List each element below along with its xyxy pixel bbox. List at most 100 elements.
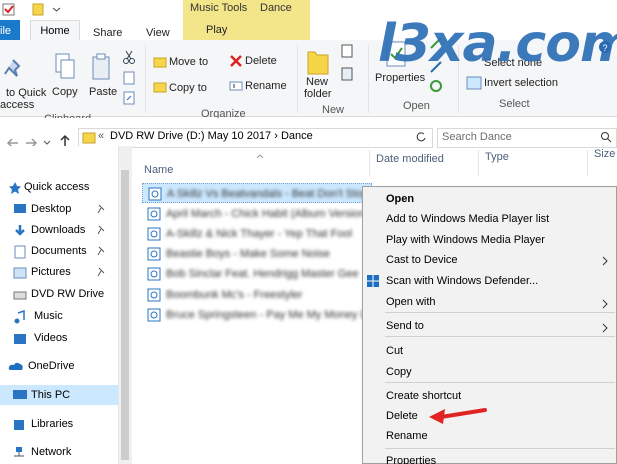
invert-selection-button[interactable]: Invert selection <box>484 77 558 89</box>
tab-share[interactable]: Share <box>93 27 122 39</box>
table-row[interactable]: Beastie Boys - Make Some Noise <box>142 244 372 264</box>
pin-icon[interactable] <box>96 204 106 214</box>
menu-item-create-shortcut[interactable]: Create shortcut <box>386 390 461 402</box>
new-item-icon[interactable] <box>340 43 356 59</box>
delete-icon[interactable] <box>229 54 243 68</box>
pictures-icon[interactable] <box>13 266 27 280</box>
column-header-date[interactable]: Date modified <box>376 153 444 165</box>
menu-item-delete[interactable]: Delete <box>386 410 418 422</box>
menu-item-open-with[interactable]: Open with <box>386 296 436 308</box>
copy-to-button[interactable]: Copy to <box>169 82 207 94</box>
table-row[interactable]: Bruce Springsteen - Pay Me My Money Down <box>142 305 389 325</box>
menu-item-add-to-wmp-list[interactable]: Add to Windows Media Player list <box>386 213 549 225</box>
pin-icon[interactable] <box>3 58 23 82</box>
videos-icon[interactable] <box>13 332 27 346</box>
new-folder-button[interactable]: New <box>306 76 328 88</box>
audio-file-icon <box>147 308 161 322</box>
desktop-icon[interactable] <box>13 203 27 215</box>
pin-icon[interactable] <box>96 267 106 277</box>
copy-to-icon[interactable] <box>153 81 167 93</box>
libraries-icon[interactable] <box>12 418 26 432</box>
menu-item-cast-to-device[interactable]: Cast to Device <box>386 254 458 266</box>
sidebar-item-downloads[interactable]: Downloads <box>31 224 85 236</box>
menu-item-play-with-wmp[interactable]: Play with Windows Media Player <box>386 234 545 246</box>
this-pc-icon[interactable] <box>12 389 28 401</box>
column-separator[interactable] <box>587 150 588 176</box>
breadcrumb[interactable]: DVD RW Drive (D:) May 10 2017 › Dance <box>110 130 313 142</box>
invert-selection-icon[interactable] <box>466 76 482 90</box>
music-icon[interactable] <box>13 310 27 324</box>
new-folder-button-2[interactable]: folder <box>304 88 332 100</box>
sidebar-item-pictures[interactable]: Pictures <box>31 266 71 278</box>
menu-item-open[interactable]: Open <box>386 193 414 205</box>
cut-icon[interactable] <box>122 50 136 64</box>
sidebar-item-videos[interactable]: Videos <box>34 332 67 344</box>
column-header-size[interactable]: Size <box>594 148 615 160</box>
tab-play[interactable]: Play <box>206 24 227 36</box>
sidebar-item-network[interactable]: Network <box>31 446 71 458</box>
sidebar-item-music[interactable]: Music <box>34 310 63 322</box>
help-icon[interactable]: ? <box>598 40 612 54</box>
table-row[interactable]: Bob Sinclar Feat. Hendrigg Master Gee <box>142 264 372 284</box>
column-separator[interactable] <box>369 150 370 176</box>
sidebar-item-documents[interactable]: Documents <box>31 245 87 257</box>
file-name: A-Skillz & Nick Thayer - Yep That Fool <box>166 228 353 240</box>
pin-quick-access-label[interactable]: to Quick <box>6 87 46 99</box>
scrollbar-thumb[interactable] <box>121 170 129 460</box>
tab-home[interactable]: Home <box>30 20 80 41</box>
sidebar-item-quick-access[interactable]: Quick access <box>24 181 89 193</box>
sidebar-item-libraries[interactable]: Libraries <box>31 418 73 430</box>
copy-path-icon[interactable] <box>122 71 136 85</box>
move-to-icon[interactable] <box>153 56 167 68</box>
dvd-drive-icon[interactable] <box>13 288 27 302</box>
menu-item-scan-defender[interactable]: Scan with Windows Defender... <box>386 275 538 287</box>
menu-item-send-to[interactable]: Send to <box>386 320 424 332</box>
menu-item-cut[interactable]: Cut <box>386 345 403 357</box>
tab-view[interactable]: View <box>146 27 170 39</box>
move-to-button[interactable]: Move to <box>169 56 208 68</box>
folder-icon[interactable] <box>32 3 45 16</box>
refresh-icon[interactable] <box>415 131 427 143</box>
paste-shortcut-icon[interactable] <box>122 91 136 105</box>
sidebar-item-this-pc[interactable]: This PC <box>31 389 70 401</box>
sidebar-item-onedrive[interactable]: OneDrive <box>28 360 74 372</box>
sidebar-item-dvd[interactable]: DVD RW Drive <box>31 288 104 300</box>
paste-button[interactable]: Paste <box>89 86 117 98</box>
open-group-label: Open <box>403 100 430 112</box>
column-header-name[interactable]: Name <box>144 164 173 176</box>
search-input[interactable]: Search Dance <box>442 131 512 143</box>
table-row[interactable]: A Skillz Vs Beatvandals - Beat Don't Sto… <box>142 183 372 203</box>
column-separator[interactable] <box>478 150 479 176</box>
search-icon[interactable] <box>600 131 612 143</box>
pin-icon[interactable] <box>96 246 106 256</box>
table-row[interactable]: April March - Chick Habit (Album Version… <box>142 204 372 224</box>
paste-icon[interactable] <box>90 52 112 82</box>
rename-button[interactable]: Rename <box>245 80 287 92</box>
onedrive-cloud-icon[interactable] <box>8 361 24 371</box>
menu-item-properties[interactable]: Properties <box>386 455 436 464</box>
table-row[interactable]: A-Skillz & Nick Thayer - Yep That Fool <box>142 224 372 244</box>
save-icon[interactable] <box>2 3 15 16</box>
delete-button[interactable]: Delete <box>245 55 277 67</box>
history-icon[interactable] <box>429 79 443 93</box>
downloads-icon[interactable] <box>13 224 27 238</box>
copy-icon[interactable] <box>54 52 76 82</box>
easy-access-icon[interactable] <box>340 66 356 82</box>
quick-access-star-icon[interactable] <box>8 181 22 195</box>
pin-icon[interactable] <box>96 225 106 235</box>
chevron-down-icon[interactable] <box>50 3 63 16</box>
menu-item-rename[interactable]: Rename <box>386 430 428 442</box>
new-folder-icon[interactable] <box>306 46 330 76</box>
pin-quick-access-label-2[interactable]: access <box>0 99 34 111</box>
table-row[interactable]: Boombunk Mc's - Freestyler <box>142 285 372 305</box>
breadcrumb-overflow[interactable]: « <box>98 130 104 142</box>
documents-icon[interactable] <box>13 245 27 259</box>
column-header-type[interactable]: Type <box>485 151 509 163</box>
menu-item-copy[interactable]: Copy <box>386 366 412 378</box>
tab-file[interactable]: ile <box>0 20 20 40</box>
sidebar-item-desktop[interactable]: Desktop <box>31 203 71 215</box>
copy-button[interactable]: Copy <box>52 86 78 98</box>
rename-icon[interactable] <box>229 79 243 93</box>
network-icon[interactable] <box>12 446 26 460</box>
file-name: Bruce Springsteen - Pay Me My Money Down <box>166 309 389 321</box>
